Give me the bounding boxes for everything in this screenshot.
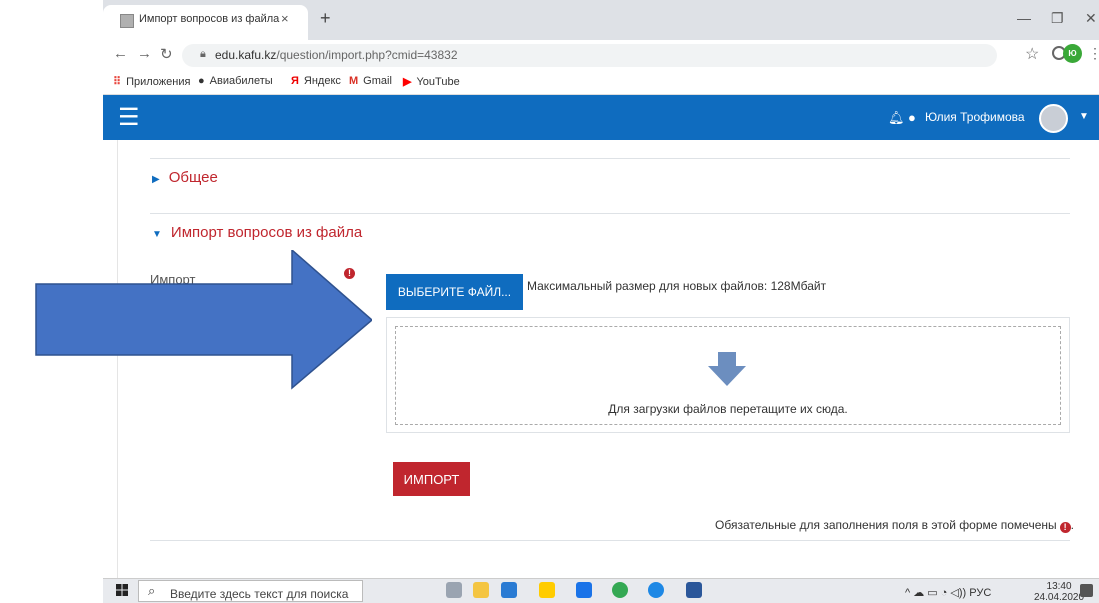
bookmark-label: Приложения [126,76,191,88]
section-divider [150,158,1070,159]
required-fields-note: Обязательные для заполнения поля в этой … [715,518,1074,533]
tab-close-icon[interactable]: × [281,11,289,26]
collapsed-caret-icon: ▶ [152,174,160,185]
url-text[interactable]: edu.kafu.kz/question/import.php?cmid=438… [215,48,458,62]
bookmark-flights[interactable]: ● Авиабилеты [198,75,273,87]
menu-kebab-icon[interactable]: ⋮ [1088,45,1099,62]
system-tray[interactable]: ^ ☁ ▭ ◔ ◁)) РУС [905,586,991,599]
download-arrow-icon [708,352,746,386]
yandex-icon: Я [291,75,299,87]
maximize-icon[interactable]: ❐ [1051,10,1064,27]
drop-hint-text: Для загрузки файлов перетащите их сюда. [608,402,848,416]
choose-file-button[interactable]: ВЫБЕРИТЕ ФАЙЛ... [386,274,523,310]
bookmark-youtube[interactable]: ▶ YouTube [403,75,460,88]
mail-agent-icon[interactable] [576,582,592,598]
clock-time: 13:40 [1046,581,1072,592]
bookmark-yandex[interactable]: Я Яндекс [291,75,341,87]
lock-icon: 🔒︎ [200,48,206,60]
section-divider [150,213,1070,214]
youtube-icon: ▶ [403,76,412,88]
section-general-toggle[interactable]: ▶ Общее [152,169,218,186]
bookmark-label: Авиабилеты [209,75,273,87]
chrome-icon[interactable] [612,582,628,598]
user-avatar[interactable] [1039,104,1068,133]
word-icon[interactable] [686,582,702,598]
close-window-icon[interactable]: ✕ [1085,10,1097,27]
bookmark-gmail[interactable]: M Gmail [349,75,392,87]
bookmark-label: Яндекс [303,75,341,87]
edge-icon[interactable] [648,582,664,598]
url-path: /question/import.php?cmid=43832 [276,48,458,62]
globe-icon: ● [198,75,205,87]
section-general-title: Общее [168,169,218,186]
notification-bell-icon[interactable]: 🔔︎ [888,110,905,126]
section-import-toggle[interactable]: ▼ Импорт вопросов из файла [152,224,362,241]
bookmark-label: Gmail [363,75,392,87]
required-icon: ! [1059,522,1071,533]
file-explorer-icon[interactable] [473,582,489,598]
forward-icon[interactable]: → [137,45,152,62]
mail-icon[interactable] [501,582,517,598]
yandex-browser-icon[interactable] [539,582,555,598]
annotation-arrow [35,250,372,390]
action-center-icon[interactable] [1080,584,1093,597]
gmail-icon: M [349,75,359,87]
section-import-title: Импорт вопросов из файла [170,224,363,241]
footer-divider [150,540,1070,541]
messages-icon[interactable]: ● [908,110,916,125]
clock-date: 24.04.2020 [1034,592,1085,603]
tab-title: Импорт вопросов из файла [139,13,280,25]
max-size-text: Максимальный размер для новых файлов: 12… [527,279,827,293]
profile-avatar[interactable]: Ю [1063,44,1082,63]
search-icon: ⌕ [148,583,156,598]
taskbar-clock[interactable]: 13:40 24.04.2020 [1034,581,1084,603]
bookmark-star-icon[interactable]: ☆ [1025,44,1039,64]
hamburger-menu-icon[interactable]: ☰ [118,103,140,132]
url-host: edu.kafu.kz [215,48,277,62]
windows-start-icon[interactable] [116,584,128,596]
minimize-icon[interactable]: — [1017,10,1031,26]
import-button[interactable]: ИМПОРТ [393,462,470,496]
taskbar-search-placeholder[interactable]: Введите здесь текст для поиска [170,587,348,601]
required-note-text: Обязательные для заполнения поля в этой … [715,518,1057,532]
expanded-caret-icon: ▼ [152,229,162,240]
input-language[interactable]: РУС [969,587,991,599]
tab-favicon-icon [120,14,134,28]
task-view-icon[interactable] [446,582,462,598]
user-name[interactable]: Юлия Трофимова [925,110,1025,124]
back-icon[interactable]: ← [113,45,128,62]
reload-icon[interactable]: ↻ [160,45,173,63]
bookmark-apps[interactable]: ⠿ Приложения [113,75,190,88]
apps-grid-icon: ⠿ [113,76,122,88]
user-menu-caret-icon[interactable]: ▼ [1079,111,1089,122]
new-tab-button[interactable]: + [320,8,331,29]
bookmark-label: YouTube [416,76,460,88]
